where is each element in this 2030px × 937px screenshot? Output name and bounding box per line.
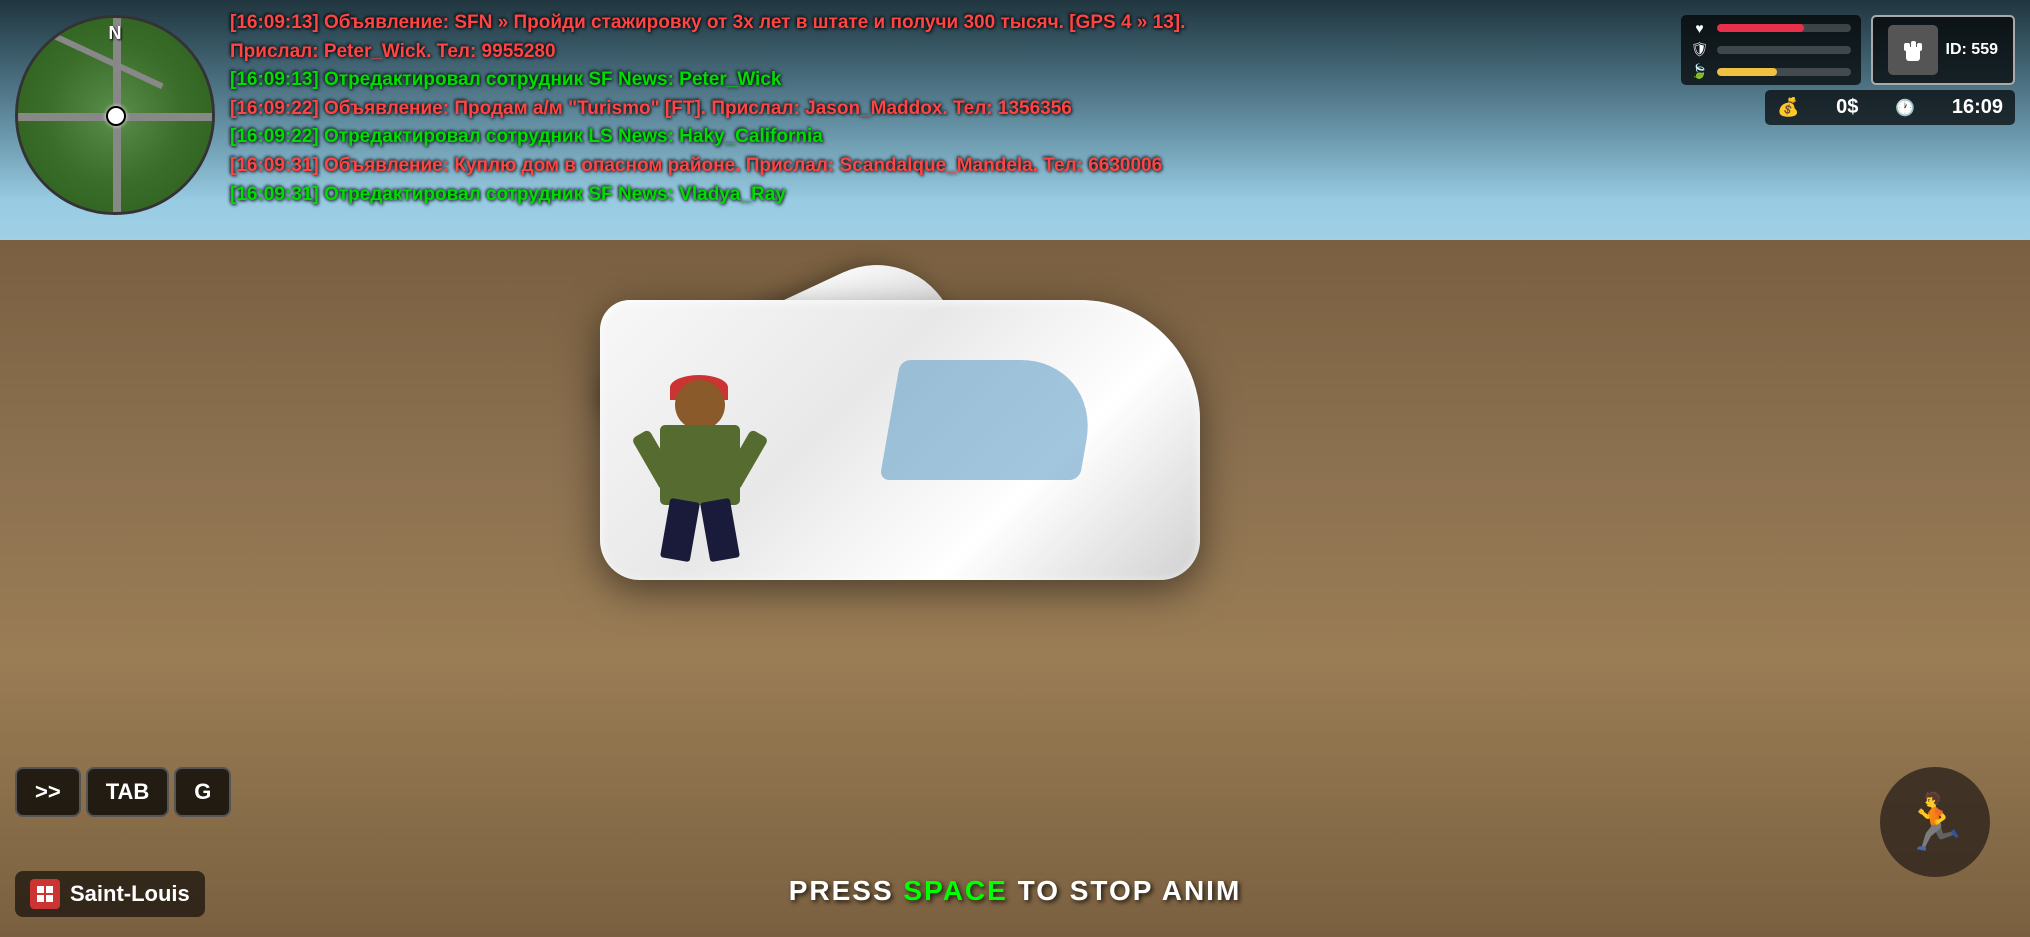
chat-message: [16:09:31] Объявление: Куплю дом в опасн…: [230, 153, 1230, 180]
run-icon: 🏃: [1901, 790, 1969, 855]
breath-icon: 🍃: [1691, 63, 1709, 80]
quick-action-buttons: >> TAB G: [15, 767, 231, 817]
health-bar-fill: [1717, 24, 1804, 32]
char-head: [675, 380, 725, 430]
run-button[interactable]: 🏃: [1880, 767, 1990, 877]
forward-button[interactable]: >>: [15, 767, 81, 817]
minimap-north-label: N: [109, 23, 122, 44]
action-hint: PRESS SPACE TO STOP ANIM: [789, 875, 1242, 907]
player-id-label: ID: 559: [1946, 41, 1998, 59]
hint-action: TO STOP ANIM: [1008, 875, 1241, 906]
game-viewport: N [16:09:13] Объявление: SFN » Пройди ст…: [0, 0, 2030, 937]
hud-health-row: ♥: [1691, 20, 1851, 36]
hud-stamina-row: 🍃: [1691, 63, 1851, 80]
hud-player-id-box: ID: 559: [1871, 15, 2015, 85]
minimap: N: [15, 15, 215, 215]
location-display: Saint-Louis: [15, 871, 205, 917]
hud-money-time-bar: 💰 0$ 🕐 16:09: [1765, 90, 2015, 125]
clock-icon: 🕐: [1895, 98, 1915, 118]
hud-stats-panel: ♥ 🛡 🍃: [1681, 15, 1861, 85]
chat-message: [16:09:22] Объявление: Продам а/м "Turis…: [230, 96, 1230, 123]
player-avatar: [1888, 25, 1938, 75]
chat-message: [16:09:22] Отредактировал сотрудник LS N…: [230, 124, 1230, 151]
char-leg-left: [660, 498, 700, 562]
heart-icon: ♥: [1691, 20, 1709, 36]
minimap-player-dot: [106, 106, 126, 126]
chat-window: [16:09:13] Объявление: SFN » Пройди стаж…: [230, 10, 1230, 210]
money-icon: 💰: [1777, 97, 1799, 118]
tab-button[interactable]: TAB: [86, 767, 170, 817]
char-leg-right: [700, 498, 740, 562]
money-value: 0$: [1836, 96, 1858, 119]
chat-message: [16:09:13] Объявление: SFN » Пройди стаж…: [230, 10, 1230, 37]
player-character: [640, 380, 760, 560]
g-button[interactable]: G: [174, 767, 231, 817]
char-legs: [660, 500, 740, 560]
char-body: [660, 425, 740, 505]
stamina-bar-fill: [1717, 68, 1777, 76]
car-windshield: [879, 360, 1100, 480]
location-name: Saint-Louis: [70, 881, 190, 907]
minimap-bg: N: [18, 18, 212, 212]
stamina-bar: [1717, 68, 1851, 76]
hud-top-right: ♥ 🛡 🍃: [1681, 15, 2015, 125]
shield-icon: 🛡: [1691, 41, 1709, 58]
hint-press: PRESS: [789, 875, 904, 906]
armor-bar: [1717, 46, 1851, 54]
time-value: 16:09: [1952, 96, 2003, 119]
chat-message: [16:09:31] Отредактировал сотрудник SF N…: [230, 182, 1230, 209]
chat-message: [16:09:13] Отредактировал сотрудник SF N…: [230, 67, 1230, 94]
hud-armor-row: 🛡: [1691, 41, 1851, 58]
location-icon: [30, 879, 60, 909]
health-bar: [1717, 24, 1851, 32]
chat-message: Прислал: Peter_Wick. Тел: 9955280: [230, 39, 1230, 66]
hint-key: SPACE: [903, 875, 1007, 906]
